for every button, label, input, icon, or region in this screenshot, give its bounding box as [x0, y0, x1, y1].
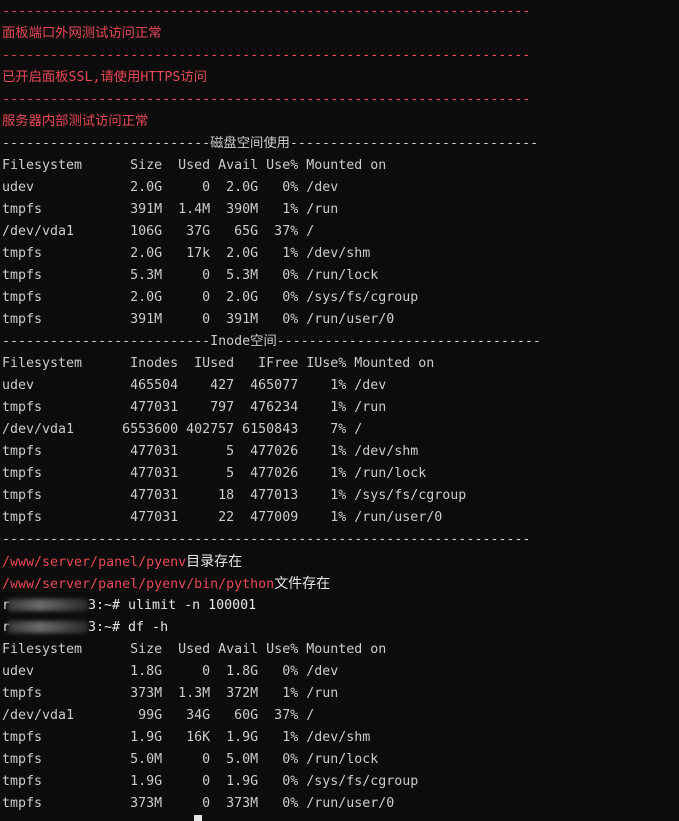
terminal-line: Filesystem Size Used Avail Use% Mounted …: [2, 158, 387, 173]
command-prompt-line: r 3:~# df -h: [2, 617, 679, 639]
terminal-line: /dev/vda1 6553600 402757 6150843 7% /: [2, 422, 363, 437]
terminal-line: tmpfs 2.0G 0 2.0G 0% /sys/fs/cgroup: [2, 290, 419, 305]
terminal-line: tmpfs 391M 0 391M 0% /run/user/0: [2, 312, 395, 327]
terminal-line: /www/server/panel/pyenv/bin/python文件存在: [2, 573, 679, 595]
terminal-line: tmpfs 5.0M 0 5.0M 0% /run/lock: [2, 752, 379, 767]
command-prompt-line: r 3:~# ulimit -n 100001: [2, 595, 679, 617]
terminal-line: tmpfs 373M 0 373M 0% /run/user/0: [2, 796, 395, 811]
terminal-line: Filesystem Size Used Avail Use% Mounted …: [2, 642, 387, 657]
terminal-line: tmpfs 477031 797 476234 1% /run: [2, 400, 387, 415]
terminal-line: udev 465504 427 465077 1% /dev: [2, 378, 387, 393]
terminal-line: tmpfs 5.3M 0 5.3M 0% /run/lock: [2, 268, 379, 283]
terminal-line: udev 1.8G 0 1.8G 0% /dev: [2, 664, 339, 679]
path-text: /www/server/panel/pyenv/bin/python: [2, 577, 275, 592]
terminal-line: /dev/vda1 99G 34G 60G 37% /: [2, 708, 315, 723]
terminal-line: tmpfs 1.9G 16K 1.9G 1% /dev/shm: [2, 730, 371, 745]
terminal-line: udev 2.0G 0 2.0G 0% /dev: [2, 180, 339, 195]
terminal-line: Filesystem Inodes IUsed IFree IUse% Moun…: [2, 356, 435, 371]
status-text: 文件存在: [274, 576, 331, 592]
terminal-cursor: [194, 815, 202, 821]
terminal-line: 面板端口外网测试访问正常: [2, 26, 162, 41]
terminal-line: ----------------------------------------…: [2, 4, 531, 19]
terminal-line: ----------------------------------------…: [2, 48, 531, 63]
status-text: 目录存在: [186, 554, 243, 570]
redacted-hostname: [8, 621, 89, 633]
terminal-line: ----------------------------------------…: [2, 92, 531, 107]
terminal-line: tmpfs 477031 18 477013 1% /sys/fs/cgroup: [2, 488, 467, 503]
terminal-line: --------------------------磁盘空间使用--------…: [2, 136, 539, 151]
terminal-line: ----------------------------------------…: [2, 532, 531, 547]
terminal-output[interactable]: ----------------------------------------…: [2, 1, 679, 815]
redacted-hostname: [8, 599, 89, 611]
terminal-line: tmpfs 373M 1.3M 372M 1% /run: [2, 686, 339, 701]
terminal-line: tmpfs 477031 5 477026 1% /run/lock: [2, 466, 427, 481]
terminal-line: 已开启面板SSL,请使用HTTPS访问: [2, 70, 208, 85]
prompt-command: 3:~# df -h: [88, 620, 169, 635]
terminal-line: --------------------------Inode空间-------…: [2, 334, 541, 349]
terminal-line: tmpfs 477031 5 477026 1% /dev/shm: [2, 444, 419, 459]
terminal-line: /www/server/panel/pyenv目录存在: [2, 551, 679, 573]
terminal-line: 服务器内部测试访问正常: [2, 114, 149, 129]
terminal-line: tmpfs 391M 1.4M 390M 1% /run: [2, 202, 339, 217]
prompt-command: 3:~# ulimit -n 100001: [88, 598, 257, 613]
terminal-line: /dev/vda1 106G 37G 65G 37% /: [2, 224, 315, 239]
path-text: /www/server/panel/pyenv: [2, 555, 187, 570]
terminal-line: tmpfs 2.0G 17k 2.0G 1% /dev/shm: [2, 246, 371, 261]
terminal-line: tmpfs 477031 22 477009 1% /run/user/0: [2, 510, 443, 525]
terminal-line: tmpfs 1.9G 0 1.9G 0% /sys/fs/cgroup: [2, 774, 419, 789]
